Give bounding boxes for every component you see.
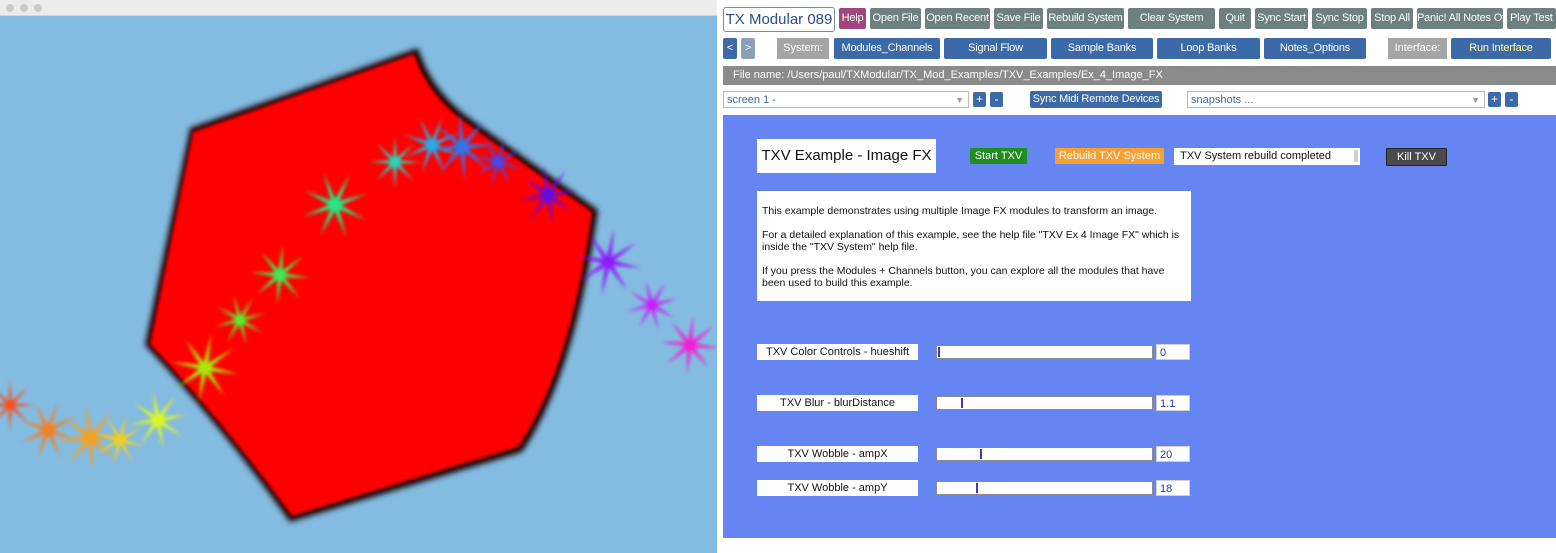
open-recent-button[interactable]: Open Recent [925,8,990,29]
blur-distance-label: TXV Blur - blurDistance [757,395,918,411]
snapshots-select[interactable]: snapshots ... ▼ [1187,91,1485,108]
kill-txv-button[interactable]: Kill TXV [1386,148,1447,166]
page-title: TXV Example - Image FX [757,139,936,173]
blur-distance-value-field[interactable]: 1.1 [1156,395,1190,411]
system-label: System: [777,38,829,59]
wobble-ampx-slider[interactable] [936,447,1153,461]
forward-button[interactable]: > [741,38,755,59]
tab-notes-options[interactable]: Notes_Options [1264,38,1366,59]
tx-modular-panel: TX Modular 089 Help Open File Open Recen… [717,0,1556,553]
window-close-icon[interactable] [6,4,14,12]
txv-status-field: TXV System rebuild completed [1174,148,1360,165]
star-shape [626,279,678,331]
interface-screen-area: TXV Example - Image FX Start TXV Rebuild… [723,115,1556,538]
remove-screen-button[interactable]: - [990,92,1003,107]
save-file-button[interactable]: Save File [994,8,1043,29]
add-snapshot-button[interactable]: + [1488,92,1501,107]
play-test-note-button[interactable]: Play Test N [1507,8,1556,29]
chevron-down-icon: ▼ [1471,95,1480,105]
slider-thumb[interactable] [980,449,983,459]
slider-thumb[interactable] [961,398,964,408]
snapshots-select-value: snapshots ... [1191,94,1254,106]
slider-thumb[interactable] [938,347,940,357]
description-text-box: This example demonstrates using multiple… [757,191,1191,301]
tab-sample-banks[interactable]: Sample Banks [1051,38,1153,59]
panic-all-notes-off-button[interactable]: Panic! All Notes Off [1417,8,1503,29]
sync-start-button[interactable]: Sync Start [1255,8,1308,29]
start-txv-button[interactable]: Start TXV [970,148,1027,164]
rebuild-system-button[interactable]: Rebuild System [1047,8,1124,29]
screen-select[interactable]: screen 1 - ▼ [723,91,969,108]
help-button[interactable]: Help [839,8,866,29]
txv-render-window [0,0,717,553]
run-interface-button[interactable]: Run Interface [1451,38,1551,59]
window-zoom-icon[interactable] [34,4,42,12]
hueshift-label: TXV Color Controls - hueshift [757,344,918,360]
screen-select-value: screen 1 - [727,94,776,106]
app-title: TX Modular 089 [723,7,835,32]
hueshift-value-field[interactable]: 0 [1156,344,1190,360]
blur-distance-slider[interactable] [936,396,1153,410]
stop-all-button[interactable]: Stop All [1371,8,1413,29]
quit-button[interactable]: Quit [1219,8,1251,29]
remove-snapshot-button[interactable]: - [1505,92,1518,107]
wobble-ampx-value-field[interactable]: 20 [1156,446,1190,462]
open-file-button[interactable]: Open File [870,8,921,29]
window-minimize-icon[interactable] [20,4,28,12]
hueshift-slider[interactable] [936,345,1153,359]
add-screen-button[interactable]: + [973,92,986,107]
sync-stop-button[interactable]: Sync Stop [1312,8,1367,29]
description-paragraph: For a detailed explanation of this examp… [762,229,1180,253]
chevron-down-icon: ▼ [955,95,964,105]
clear-system-button[interactable]: Clear System [1128,8,1215,29]
tab-signal-flow[interactable]: Signal Flow [944,38,1047,59]
tab-loop-banks[interactable]: Loop Banks [1157,38,1260,59]
wobble-ampx-label: TXV Wobble - ampX [757,446,918,462]
rebuild-txv-system-button[interactable]: Rebuild TXV System [1055,148,1164,164]
render-canvas [0,48,717,522]
back-button[interactable]: < [723,38,737,59]
slider-thumb[interactable] [975,483,978,493]
render-titlebar [0,0,717,16]
wobble-ampy-label: TXV Wobble - ampY [757,480,918,496]
file-name-bar: File name: /Users/paul/TXModular/TX_Mod_… [723,66,1556,85]
star-shape [660,315,717,375]
status-scrollbar[interactable] [1354,150,1358,162]
txv-status-text: TXV System rebuild completed [1180,150,1332,162]
tab-modules-channels[interactable]: Modules_Channels [834,38,940,59]
blurred-polygon-shape [145,48,598,522]
star-shape [19,401,77,459]
sync-midi-remote-devices-button[interactable]: Sync Midi Remote Devices [1030,91,1162,108]
wobble-ampy-value-field[interactable]: 18 [1156,480,1190,496]
interface-label: Interface: [1388,38,1447,59]
wobble-ampy-slider[interactable] [936,481,1153,495]
description-paragraph: This example demonstrates using multiple… [762,205,1158,217]
description-paragraph: If you press the Modules + Channels butt… [762,265,1165,289]
star-shape [128,390,188,450]
